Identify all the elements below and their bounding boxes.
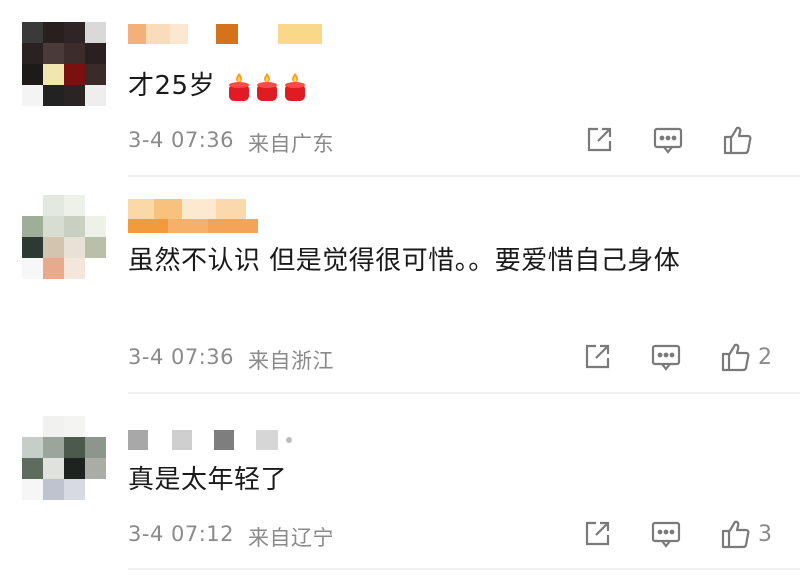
like-button[interactable]: 3 (720, 518, 772, 550)
comment-actions: 3 (544, 518, 772, 550)
comment-text: 虽然不认识 但是觉得很可惜。。要爱惜自己身体 (128, 241, 768, 281)
comment-meta: 3-4 07:12 来自辽宁 (128, 522, 334, 552)
comment-actions (546, 124, 772, 156)
comment-text-body: 才25岁 (128, 71, 216, 101)
avatar[interactable] (22, 416, 106, 500)
comment-actions: 2 (544, 341, 772, 373)
share-icon (585, 344, 610, 369)
share-button[interactable] (582, 519, 612, 549)
divider (128, 568, 800, 570)
candle-emoji (228, 72, 249, 101)
comment-text: 才25岁 (128, 66, 768, 106)
comment-date: 3-4 07:36 (128, 128, 234, 152)
comment-icon (651, 521, 681, 548)
comment-location: 来自辽宁 (248, 526, 334, 550)
candle-emoji (256, 72, 277, 101)
comment-icon (653, 127, 683, 154)
username-suffix (128, 219, 258, 233)
reply-button[interactable] (650, 519, 682, 549)
share-icon (585, 521, 610, 546)
share-button[interactable] (584, 125, 614, 155)
comment-meta: 3-4 07:36 来自广东 (128, 128, 334, 158)
comment-date: 3-4 07:12 (128, 522, 234, 546)
comment-item: 才25岁 3-4 07:36 来自广东 (0, 0, 800, 175)
thumbs-up-icon (723, 126, 752, 155)
thumbs-up-icon (721, 520, 750, 549)
thumbs-up-icon (721, 343, 750, 372)
comment-text-body: 真是太年轻了 (128, 465, 288, 495)
reply-button[interactable] (650, 342, 682, 372)
username[interactable] (128, 430, 292, 450)
username[interactable] (128, 199, 246, 219)
comment-text-body: 虽然不认识 但是觉得很可惜。。要爱惜自己身体 (128, 246, 681, 276)
share-icon (587, 127, 612, 152)
comment-item: 虽然不认识 但是觉得很可惜。。要爱惜自己身体 3-4 07:36 来自浙江 2 (0, 177, 800, 392)
comment-item: 真是太年轻了 3-4 07:12 来自辽宁 3 (0, 394, 800, 577)
candle-emoji (284, 72, 305, 101)
like-count: 3 (758, 521, 772, 547)
like-count: 2 (758, 344, 772, 370)
username[interactable] (128, 24, 322, 44)
comment-icon (651, 344, 681, 371)
comment-text: 真是太年轻了 (128, 460, 768, 500)
reply-button[interactable] (652, 125, 684, 155)
comment-location: 来自广东 (248, 132, 334, 156)
comment-date: 3-4 07:36 (128, 345, 234, 369)
comment-meta: 3-4 07:36 来自浙江 (128, 345, 334, 375)
share-button[interactable] (582, 342, 612, 372)
comment-location: 来自浙江 (248, 349, 334, 373)
like-button[interactable]: 2 (720, 341, 772, 373)
avatar[interactable] (22, 195, 106, 279)
avatar[interactable] (22, 22, 106, 106)
like-button[interactable] (722, 124, 772, 156)
